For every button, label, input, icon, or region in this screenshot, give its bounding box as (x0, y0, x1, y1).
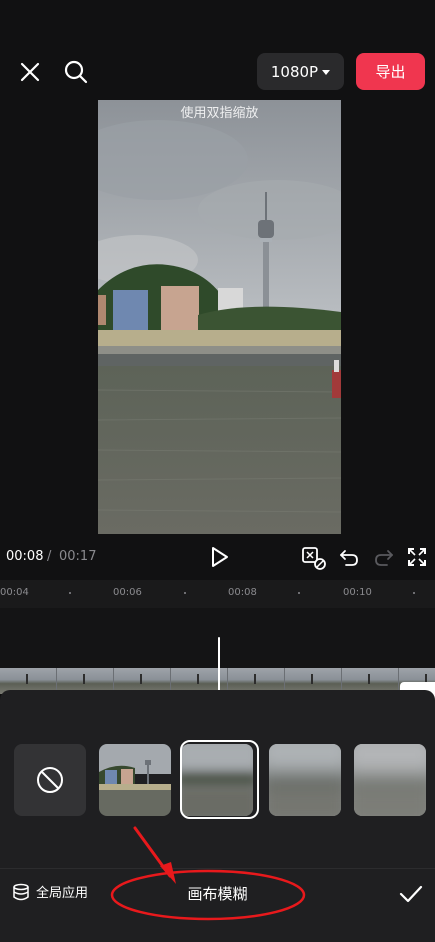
keyframe-button[interactable] (301, 545, 327, 571)
video-preview[interactable]: 使用双指缩放 (98, 100, 341, 534)
close-icon (20, 62, 40, 82)
tick-label: 00:06 (113, 587, 142, 598)
fullscreen-icon (408, 548, 426, 566)
undo-button[interactable] (337, 545, 361, 569)
checkmark-icon (399, 885, 423, 903)
blur-option-none[interactable] (14, 744, 86, 816)
preview-image (98, 100, 341, 534)
close-button[interactable] (16, 58, 44, 86)
export-button[interactable]: 导出 (356, 53, 425, 90)
keyframe-icon (302, 547, 326, 570)
resolution-label: 1080P (270, 62, 319, 81)
redo-button[interactable] (372, 545, 396, 569)
undo-icon (340, 550, 358, 566)
blur-heavy-thumbnail (354, 744, 426, 816)
current-time: 00:08 (6, 549, 44, 564)
timeline-ruler: 00:04 00:06 00:08 00:10 (0, 580, 435, 608)
caret-down-icon (322, 70, 331, 75)
playhead[interactable] (218, 637, 220, 695)
tick-dot (298, 592, 300, 594)
blur-option-heavy[interactable] (354, 744, 426, 816)
play-button[interactable] (208, 545, 232, 569)
pinch-zoom-hint: 使用双指缩放 (180, 106, 259, 121)
search-button[interactable] (62, 58, 90, 86)
blur-option-image[interactable] (99, 744, 171, 816)
redo-icon (375, 550, 393, 566)
tick-dot (184, 592, 186, 594)
selected-option-ring (180, 740, 259, 819)
panel-divider (0, 868, 435, 869)
play-icon (212, 547, 228, 567)
time-separator: / (47, 549, 52, 564)
image-thumbnail (99, 744, 171, 816)
tick-dot (69, 592, 71, 594)
blur-option-medium[interactable] (269, 744, 341, 816)
top-bar: 1080P 导出 (0, 0, 435, 100)
playback-bar: 00:08 / 00:17 (0, 540, 435, 576)
tick-label: 00:08 (228, 587, 257, 598)
panel-title: 画布模糊 (187, 885, 248, 903)
blur-medium-thumbnail (269, 744, 341, 816)
total-time: 00:17 (59, 549, 97, 564)
tick-label: 00:10 (343, 587, 372, 598)
fullscreen-button[interactable] (405, 545, 429, 569)
search-icon (64, 60, 88, 84)
confirm-button[interactable] (396, 879, 426, 909)
no-blur-icon (37, 767, 63, 793)
tick-dot (413, 592, 415, 594)
tick-label: 00:04 (0, 587, 29, 598)
resolution-dropdown[interactable]: 1080P (257, 53, 344, 90)
